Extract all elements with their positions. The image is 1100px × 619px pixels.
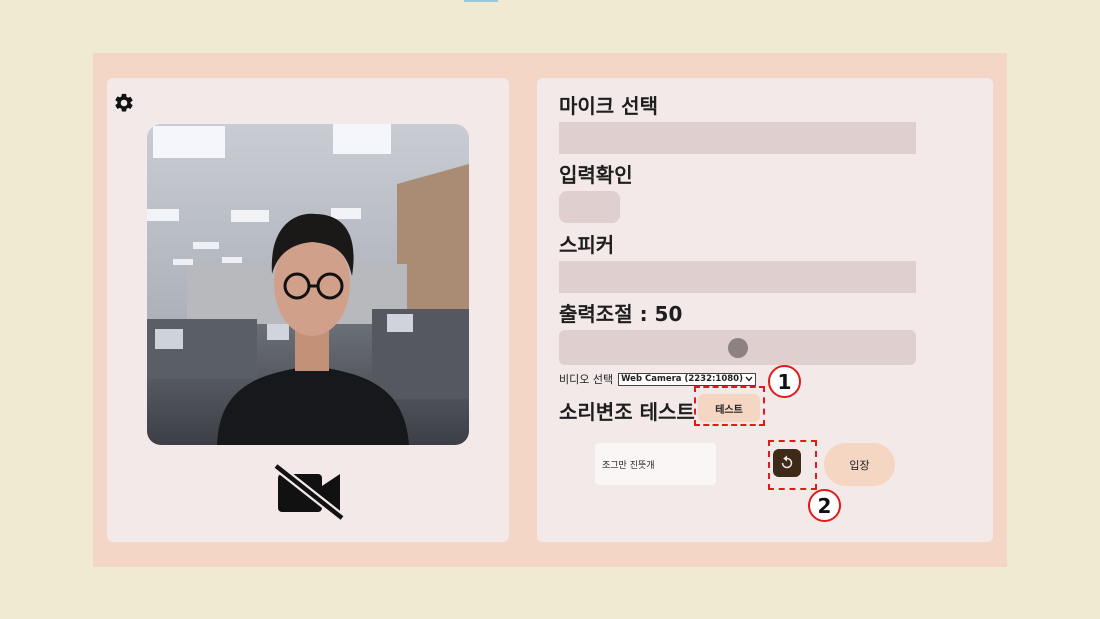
settings-panel: 마이크 선택 입력확인 스피커 출력조절 : 50 비디오 선택 Web Cam… <box>537 78 993 542</box>
video-select-row: 비디오 선택 Web Camera (2232:1080) <box>559 371 756 387</box>
speaker-label: 스피커 <box>559 233 615 257</box>
lobby-frame: 마이크 선택 입력확인 스피커 출력조절 : 50 비디오 선택 Web Cam… <box>93 53 1007 567</box>
enter-button[interactable]: 입장 <box>824 443 895 486</box>
volume-slider[interactable] <box>559 330 916 365</box>
camera-preview <box>147 124 469 445</box>
preview-panel <box>107 78 509 542</box>
mic-select-label: 마이크 선택 <box>559 94 658 118</box>
video-select[interactable]: Web Camera (2232:1080) <box>618 372 756 386</box>
video-camera-off-icon[interactable] <box>272 462 346 520</box>
volume-label: 출력조절 : 50 <box>559 302 683 326</box>
input-level-indicator <box>559 191 620 223</box>
voice-mod-label: 소리변조 테스트 <box>559 400 695 424</box>
video-select-label: 비디오 선택 <box>559 373 614 386</box>
annotation-box-1 <box>694 386 765 426</box>
speaker-select[interactable] <box>559 261 916 293</box>
volume-slider-knob[interactable] <box>728 338 748 358</box>
mic-select[interactable] <box>559 122 916 154</box>
input-check-label: 입력확인 <box>559 163 633 187</box>
top-accent-line <box>464 0 498 2</box>
chevron-down-icon <box>745 376 753 382</box>
video-select-value: Web Camera (2232:1080) <box>621 373 743 384</box>
annotation-badge-1: 1 <box>768 365 801 398</box>
annotation-box-2 <box>768 440 817 490</box>
gear-icon[interactable] <box>113 92 135 114</box>
annotation-badge-2: 2 <box>808 489 841 522</box>
voice-text-input[interactable]: 조그만 진뜻개 <box>595 443 716 485</box>
